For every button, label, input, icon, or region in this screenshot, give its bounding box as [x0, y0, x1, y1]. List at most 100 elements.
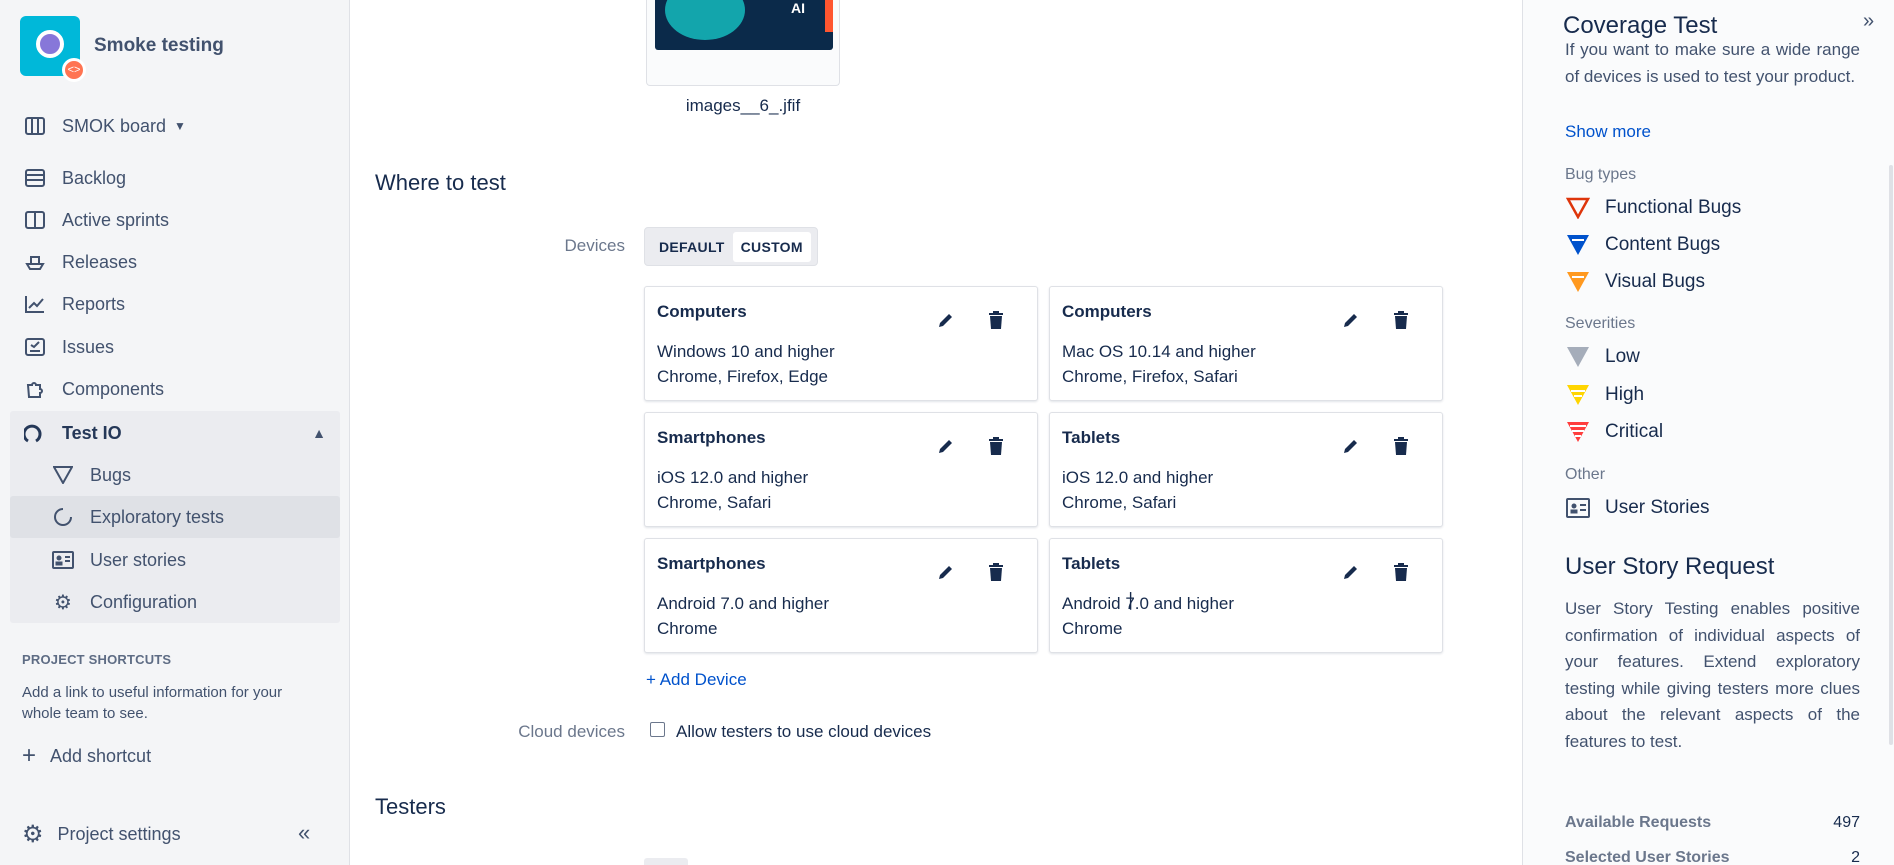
- sidebar-item-label: Releases: [62, 251, 138, 272]
- sidebar-item-label: Reports: [62, 293, 126, 314]
- testio-logo-icon: [22, 422, 48, 444]
- sidebar-item-label: Test IO: [62, 422, 122, 443]
- sidebar-item-label: Backlog: [62, 167, 127, 188]
- sidebar-item-bugs[interactable]: Bugs: [10, 454, 340, 496]
- add-device-link[interactable]: + Add Device: [646, 670, 747, 690]
- main-content: AI images__6_.jfif Where to test Devices…: [350, 0, 1522, 865]
- sidebar-item-label: Configuration: [90, 591, 198, 612]
- pencil-icon[interactable]: [935, 561, 957, 583]
- project-settings-link[interactable]: ⚙ Project settings: [22, 820, 181, 849]
- sidebar-item-test-io[interactable]: Test IO ▲: [10, 412, 340, 454]
- stat-value: 2: [1851, 849, 1860, 865]
- attachment-card[interactable]: AI: [646, 0, 840, 86]
- high-severity-icon: [1565, 383, 1591, 407]
- bug-triangle-icon: [50, 464, 76, 486]
- sidebar-item-label: Bugs: [90, 464, 132, 485]
- collapse-sidebar-icon[interactable]: «: [298, 820, 310, 846]
- sidebar-item-reports[interactable]: Reports: [10, 283, 340, 325]
- puzzle-icon: [22, 378, 48, 400]
- sidebar: <> Smoke testing SMOK board ▼ Backlog Ac…: [0, 0, 350, 865]
- sidebar-item-label: User stories: [90, 549, 187, 570]
- device-type: Tablets: [1062, 554, 1121, 573]
- user-story-request-text: User Story Testing enables positive conf…: [1565, 599, 1860, 751]
- pencil-icon[interactable]: [1340, 561, 1362, 583]
- severity-low: Low: [1565, 345, 1640, 369]
- project-name: Smoke testing: [94, 35, 224, 56]
- trash-icon[interactable]: [985, 309, 1007, 331]
- board-icon: [22, 115, 48, 137]
- sidebar-item-configuration[interactable]: ⚙ Configuration: [10, 581, 340, 623]
- panel-scrollbar[interactable]: [1889, 165, 1893, 745]
- project-settings-label: Project settings: [57, 824, 181, 844]
- low-severity-icon: [1565, 345, 1591, 369]
- stat-available-requests: Available Requests 497: [1565, 814, 1860, 832]
- spinner-icon: [50, 506, 76, 528]
- device-browsers: Chrome, Safari: [657, 493, 772, 512]
- sidebar-item-label: Issues: [62, 336, 115, 357]
- visual-bug-icon: [1565, 270, 1591, 294]
- devices-toggle: DEFAULT CUSTOM: [644, 227, 818, 266]
- cloud-devices-checkbox[interactable]: [650, 722, 665, 737]
- collapse-panel-icon[interactable]: »: [1863, 10, 1874, 33]
- trash-icon[interactable]: [1390, 561, 1412, 583]
- stat-selected-user-stories: Selected User Stories 2: [1565, 849, 1860, 865]
- issues-icon: [22, 336, 48, 358]
- trash-icon[interactable]: [1390, 435, 1412, 457]
- add-shortcut-button[interactable]: + Add shortcut: [22, 742, 151, 770]
- pencil-icon[interactable]: [1340, 309, 1362, 331]
- ship-icon: [22, 251, 48, 273]
- pencil-icon[interactable]: [935, 309, 957, 331]
- board-label: SMOK board: [62, 115, 167, 136]
- bug-type-label: Visual Bugs: [1605, 271, 1705, 292]
- sidebar-item-user-stories[interactable]: User stories: [10, 539, 340, 581]
- user-story-request-title: User Story Request: [1565, 553, 1775, 580]
- sidebar-item-releases[interactable]: Releases: [10, 241, 340, 283]
- attachment-thumbnail: AI: [655, 0, 833, 50]
- device-type: Smartphones: [657, 554, 766, 573]
- info-panel: Coverage Test » If you want to make sure…: [1522, 0, 1894, 865]
- bug-type-functional: Functional Bugs: [1565, 196, 1741, 220]
- thumbnail-text: AI: [791, 0, 805, 16]
- testers-field[interactable]: [644, 858, 688, 865]
- device-os: Android 7.0 and higher: [1062, 594, 1235, 613]
- device-os: Android 7.0 and higher: [657, 594, 830, 613]
- other-heading: Other: [1565, 466, 1606, 483]
- device-card: Smartphones iOS 12.0 and higher Chrome, …: [644, 412, 1038, 527]
- sidebar-item-exploratory-tests[interactable]: Exploratory tests: [10, 496, 340, 538]
- trash-icon[interactable]: [1390, 309, 1412, 331]
- toggle-custom[interactable]: CUSTOM: [732, 231, 811, 262]
- other-label: User Stories: [1605, 497, 1710, 518]
- gear-icon: ⚙: [22, 821, 44, 848]
- pencil-icon[interactable]: [1340, 435, 1362, 457]
- device-os: iOS 12.0 and higher: [657, 468, 809, 487]
- show-more-link[interactable]: Show more: [1565, 122, 1651, 142]
- sidebar-item-active-sprints[interactable]: Active sprints: [10, 199, 340, 241]
- sidebar-item-label: Components: [62, 378, 165, 399]
- attachment-filename: images__6_.jfif: [685, 96, 801, 115]
- bug-types-heading: Bug types: [1565, 166, 1637, 183]
- pencil-icon[interactable]: [935, 435, 957, 457]
- stat-value: 497: [1833, 814, 1860, 831]
- content-bug-icon: [1565, 233, 1591, 257]
- panel-title: Coverage Test: [1563, 12, 1718, 39]
- user-card-icon: [1565, 496, 1591, 520]
- cloud-devices-text: Allow testers to use cloud devices: [676, 722, 932, 741]
- trash-icon[interactable]: [985, 435, 1007, 457]
- critical-severity-icon: [1565, 420, 1591, 444]
- trash-icon[interactable]: [985, 561, 1007, 583]
- chevron-up-icon[interactable]: ▲: [312, 425, 326, 441]
- functional-bug-icon: [1565, 196, 1591, 220]
- project-header[interactable]: <> Smoke testing: [20, 16, 224, 82]
- sidebar-item-issues[interactable]: Issues: [10, 326, 340, 368]
- device-card: Computers Windows 10 and higher Chrome, …: [644, 286, 1038, 401]
- sidebar-item-backlog[interactable]: Backlog: [10, 157, 340, 199]
- toggle-default[interactable]: DEFAULT: [651, 232, 733, 262]
- cloud-devices-label: Cloud devices: [518, 722, 625, 741]
- sidebar-item-components[interactable]: Components: [10, 368, 340, 410]
- device-browsers: Chrome, Firefox, Safari: [1062, 367, 1238, 386]
- board-selector[interactable]: SMOK board ▼: [10, 105, 340, 147]
- severity-label: Critical: [1605, 421, 1664, 442]
- severities-heading: Severities: [1565, 315, 1636, 332]
- bug-type-label: Functional Bugs: [1605, 197, 1742, 218]
- device-browsers: Chrome: [1062, 619, 1123, 638]
